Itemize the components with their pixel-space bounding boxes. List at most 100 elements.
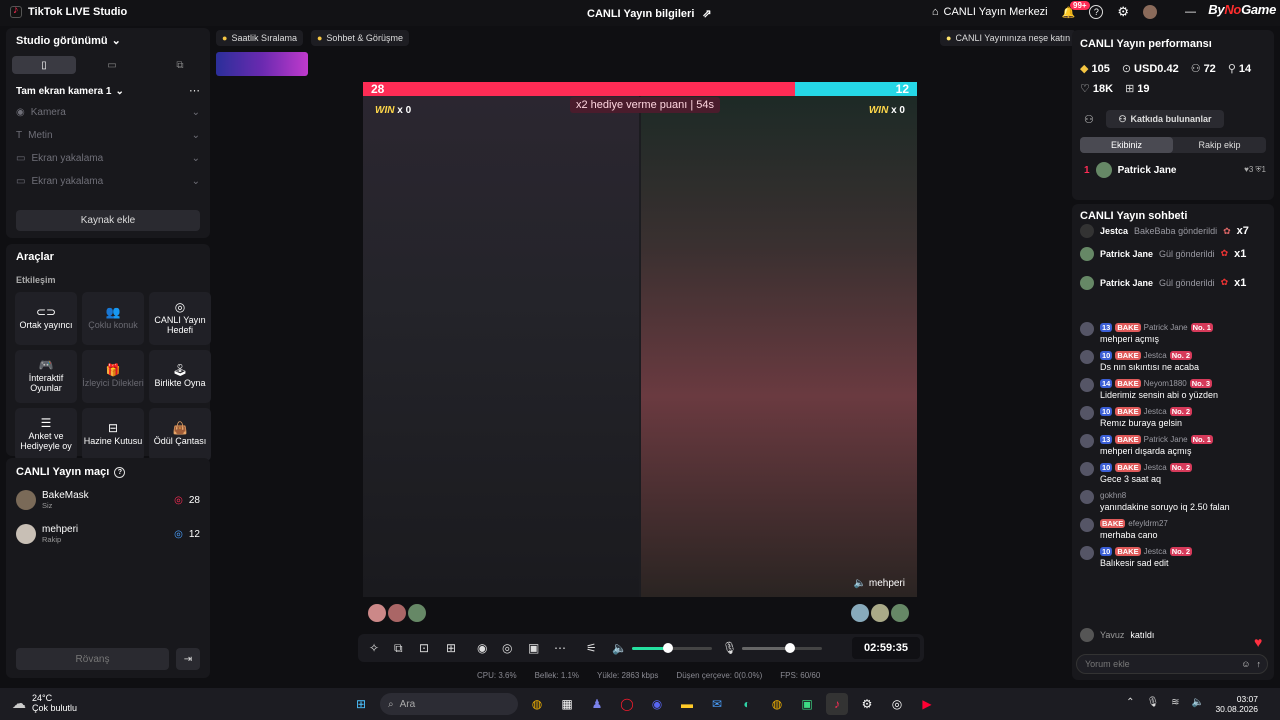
chat-meeting-chip[interactable]: ● Sohbet & Görüşme — [310, 30, 409, 46]
chat-avatar[interactable] — [1080, 406, 1094, 420]
landscape-layout-icon[interactable]: ▭ — [80, 56, 144, 74]
exit-match-icon[interactable]: ⇥ — [176, 648, 200, 670]
chat-avatar[interactable] — [1080, 350, 1094, 364]
promo-banner[interactable] — [216, 52, 308, 76]
steam-icon[interactable]: ⚙ — [856, 693, 878, 715]
share-icon[interactable]: ⇗ — [702, 7, 711, 20]
chat-avatar[interactable] — [1080, 518, 1094, 532]
store-icon[interactable]: ▦ — [556, 693, 578, 715]
play-together-tool[interactable]: 🕹 Birlikte Oyna — [149, 350, 211, 403]
chat-avatar[interactable] — [1080, 490, 1094, 504]
microphone-icon[interactable]: 🎙 — [1146, 697, 1159, 708]
file-explorer-icon[interactable]: ▬ — [676, 693, 698, 715]
screenshot-icon[interactable]: ⊡ — [419, 641, 429, 655]
help-icon[interactable]: ? — [1089, 5, 1104, 19]
chat-message: 13 BAKE Patrick Jane No. 1 mehperi dışarda a… — [1080, 433, 1270, 457]
scene-dropdown[interactable]: Tam ekran kamera 1 ⌄ — [16, 86, 124, 97]
multi-layout-icon[interactable]: ⧉ — [148, 56, 212, 74]
help-icon[interactable]: ? — [114, 466, 126, 478]
add-scene-icon[interactable]: ⊞ — [446, 641, 456, 655]
host-supporters[interactable] — [368, 604, 426, 622]
chat-avatar[interactable] — [1080, 378, 1094, 392]
tab-your-team[interactable]: Ekibiniz — [1080, 137, 1173, 153]
send-icon[interactable]: ↑ — [1257, 659, 1262, 669]
source-item[interactable]: ◉ Kamera ⌄ — [6, 101, 210, 124]
multi-guest-tool[interactable]: 👥 Çoklu konuk — [82, 292, 144, 345]
emoji-icon[interactable]: ☺ — [1241, 659, 1250, 669]
stream-icon[interactable]: ◎ — [502, 641, 512, 655]
mail-icon[interactable]: ✉ — [706, 693, 728, 715]
add-user-icon[interactable]: ⚇ — [1084, 113, 1094, 126]
taskbar-clock[interactable]: 03:07 30.08.2026 — [1215, 694, 1258, 714]
chat-username[interactable]: Jestca — [1144, 407, 1167, 416]
chat-username[interactable]: Jestca — [1144, 547, 1167, 556]
comment-input[interactable]: Yorum ekle ☺ ↑ — [1076, 654, 1268, 674]
android-icon[interactable]: ▣ — [796, 693, 818, 715]
live-center-button[interactable]: ⌂ CANLI Yayın Merkezi — [932, 6, 1048, 18]
taskbar-search[interactable]: ⌕ Ara — [380, 693, 518, 715]
viewer-wishes-tool[interactable]: 🎁 İzleyici Dilekleri — [82, 350, 144, 403]
discord-icon[interactable]: ◉ — [646, 693, 668, 715]
chrome-icon[interactable]: ◍ — [766, 693, 788, 715]
magic-wand-icon[interactable]: ✧ — [369, 641, 379, 655]
add-source-button[interactable]: Kaynak ekle — [16, 210, 200, 231]
rematch-button[interactable]: Rövanş — [16, 648, 169, 670]
chat-avatar[interactable] — [1080, 322, 1094, 336]
chat-username[interactable]: gokhn8 — [1100, 491, 1126, 500]
profile-avatar[interactable] — [1143, 5, 1157, 19]
chat-avatar[interactable] — [1080, 546, 1094, 560]
chat-username[interactable]: Jestca — [1144, 351, 1167, 360]
contributors-button[interactable]: ⚇ Katkıda bulunanlar — [1106, 110, 1224, 128]
chat-username[interactable]: Jestca — [1144, 463, 1167, 472]
teams-icon[interactable]: ♟ — [586, 693, 608, 715]
minimize-icon[interactable]: — — [1185, 6, 1196, 18]
obs-icon[interactable]: ◎ — [886, 693, 908, 715]
interactive-games-tool[interactable]: 🎮 İnteraktif Oyunlar — [15, 350, 77, 403]
hourly-ranking-chip[interactable]: ● Saatlik Sıralama — [216, 30, 303, 46]
windows-start-icon[interactable]: ⊞ — [350, 693, 372, 715]
chat-username[interactable]: Patrick Jane — [1144, 435, 1188, 444]
chat-username[interactable]: efeyldrm27 — [1128, 519, 1168, 528]
studio-view-dropdown[interactable]: Studio görünümü ⌄ — [16, 34, 121, 48]
layers-icon[interactable]: ⧉ — [394, 641, 403, 656]
portrait-layout-icon[interactable]: ▯ — [12, 56, 76, 74]
volume-icon[interactable]: 🔈 — [1192, 697, 1204, 708]
microphone-icon[interactable]: 🎙 — [722, 641, 737, 655]
opera-icon[interactable]: ◯ — [616, 693, 638, 715]
contributor-row[interactable]: 1 Patrick Jane ♥3 ⛨1 — [1084, 162, 1266, 178]
tiktok-icon[interactable]: ♪ — [826, 693, 848, 715]
tab-rival-team[interactable]: Rakip ekip — [1173, 137, 1266, 153]
tip-chip[interactable]: ● CANLI Yayınınıza neşe katın — [940, 30, 1077, 46]
reward-bag-tool[interactable]: 👜 Ödül Çantası — [149, 408, 211, 461]
live-info-button[interactable]: CANLI Yayın bilgileri ⇗ — [587, 7, 712, 21]
mic-knob[interactable] — [785, 643, 795, 653]
chevron-up-icon[interactable]: ⌃ — [1126, 697, 1134, 708]
adjust-icon[interactable]: ⚟ — [586, 641, 597, 655]
treasure-box-tool[interactable]: ⊟ Hazine Kutusu — [82, 408, 144, 461]
mic-slider[interactable] — [742, 647, 822, 650]
edge-icon[interactable]: ◐ — [736, 693, 758, 715]
live-goal-tool[interactable]: ◎ CANLI Yayın Hedefi — [149, 292, 211, 345]
weather-widget[interactable]: ☁ 24°C Çok bulutlu — [12, 693, 77, 713]
record-icon[interactable]: ◉ — [477, 641, 487, 655]
chrome-icon[interactable]: ◍ — [526, 693, 548, 715]
wifi-icon[interactable]: ≋ — [1171, 697, 1179, 708]
source-item[interactable]: T Metin ⌄ — [6, 124, 210, 147]
chat-avatar[interactable] — [1080, 434, 1094, 448]
chat-username[interactable]: Patrick Jane — [1144, 323, 1188, 332]
settings-gear-icon[interactable]: ⚙ — [1117, 4, 1129, 20]
poll-tool[interactable]: ☰ Anket ve Hediyeyle oy — [15, 408, 77, 461]
rival-supporters[interactable] — [851, 604, 909, 622]
more-options-icon[interactable]: ⋯ — [189, 84, 200, 97]
youtube-icon[interactable]: ▶ — [916, 693, 938, 715]
source-item[interactable]: ▭ Ekran yakalama ⌄ — [6, 170, 210, 193]
chat-avatar[interactable] — [1080, 462, 1094, 476]
source-item[interactable]: ▭ Ekran yakalama ⌄ — [6, 147, 210, 170]
video-icon[interactable]: ▣ — [528, 641, 539, 655]
cohost-tool[interactable]: ⊂⊃ Ortak yayıncı — [15, 292, 77, 345]
more-icon[interactable]: ⋯ — [554, 641, 566, 655]
chat-message: BAKE efeyldrm27 merhaba cano — [1080, 517, 1270, 541]
volume-knob[interactable] — [663, 643, 673, 653]
speaker-icon[interactable]: 🔈 — [612, 641, 627, 655]
chat-username[interactable]: Neyom1880 — [1144, 379, 1187, 388]
